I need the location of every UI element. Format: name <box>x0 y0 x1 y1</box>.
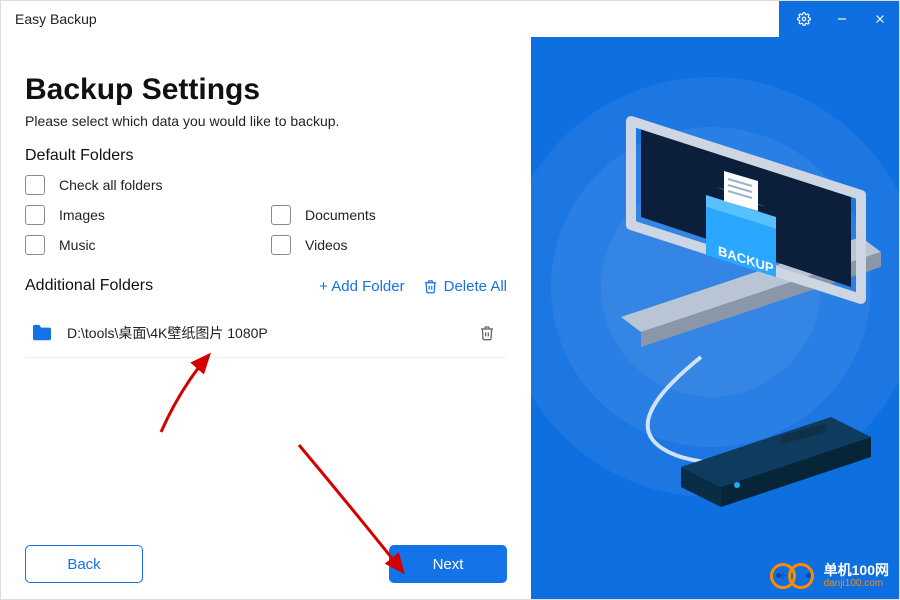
trash-icon <box>479 325 495 341</box>
check-all-folders[interactable]: Check all folders <box>25 175 507 195</box>
close-icon <box>873 12 887 26</box>
right-panel: BACKUP <box>531 37 899 599</box>
gear-icon <box>797 12 811 26</box>
watermark-logo-icon: + <box>770 561 818 591</box>
checkbox-icon <box>25 205 45 225</box>
delete-folder-button[interactable] <box>473 319 501 347</box>
delete-all-button[interactable]: Delete All <box>423 278 507 295</box>
check-label: Music <box>59 237 96 253</box>
backup-illustration: BACKUP <box>531 37 899 599</box>
check-videos[interactable]: Videos <box>271 235 507 255</box>
checkbox-icon <box>25 175 45 195</box>
laptop-drive-illustration-icon: BACKUP <box>531 37 899 597</box>
app-title: Easy Backup <box>15 11 97 27</box>
check-label: Documents <box>305 207 376 223</box>
delete-all-label: Delete All <box>444 278 507 295</box>
minimize-icon <box>835 12 849 26</box>
add-folder-label: + Add Folder <box>319 278 404 295</box>
left-panel: Backup Settings Please select which data… <box>1 37 531 599</box>
watermark-line2: danji100.com <box>824 579 889 589</box>
back-label: Back <box>67 556 100 573</box>
checkbox-icon <box>271 205 291 225</box>
folder-row[interactable]: D:\tools\桌面\4K壁纸图片 1080P <box>25 309 507 358</box>
check-label: Videos <box>305 237 348 253</box>
minimize-button[interactable] <box>823 1 861 37</box>
settings-button[interactable] <box>785 1 823 37</box>
add-folder-button[interactable]: + Add Folder <box>319 278 404 295</box>
check-label: Images <box>59 207 105 223</box>
app-window: Easy Backup Backup Settings Please selec… <box>0 0 900 600</box>
footer: Back Next <box>25 535 507 583</box>
back-button[interactable]: Back <box>25 545 143 583</box>
checkbox-icon <box>271 235 291 255</box>
window-controls <box>779 1 899 37</box>
annotation-arrow-icon <box>151 347 241 437</box>
check-music[interactable]: Music <box>25 235 261 255</box>
watermark-line1: 单机100网 <box>824 563 889 577</box>
checkbox-icon <box>25 235 45 255</box>
content-body: Backup Settings Please select which data… <box>1 37 899 599</box>
close-button[interactable] <box>861 1 899 37</box>
folder-path: D:\tools\桌面\4K壁纸图片 1080P <box>67 323 459 343</box>
page-title: Backup Settings <box>25 73 507 107</box>
titlebar: Easy Backup <box>1 1 899 37</box>
additional-folders-label: Additional Folders <box>25 277 153 295</box>
default-folders-label: Default Folders <box>25 147 507 165</box>
default-folders-list: Check all folders Images Documents Music… <box>25 175 507 255</box>
next-label: Next <box>433 556 464 573</box>
check-documents[interactable]: Documents <box>271 205 507 225</box>
watermark: + 单机100网 danji100.com <box>770 561 889 591</box>
trash-icon <box>423 279 438 294</box>
check-images[interactable]: Images <box>25 205 261 225</box>
next-button[interactable]: Next <box>389 545 507 583</box>
additional-folders-header: Additional Folders + Add Folder Delete A… <box>25 277 507 295</box>
additional-folders-actions: + Add Folder Delete All <box>319 278 507 295</box>
check-all-label: Check all folders <box>59 177 163 193</box>
page-subtitle: Please select which data you would like … <box>25 113 507 129</box>
folder-icon <box>31 324 53 342</box>
